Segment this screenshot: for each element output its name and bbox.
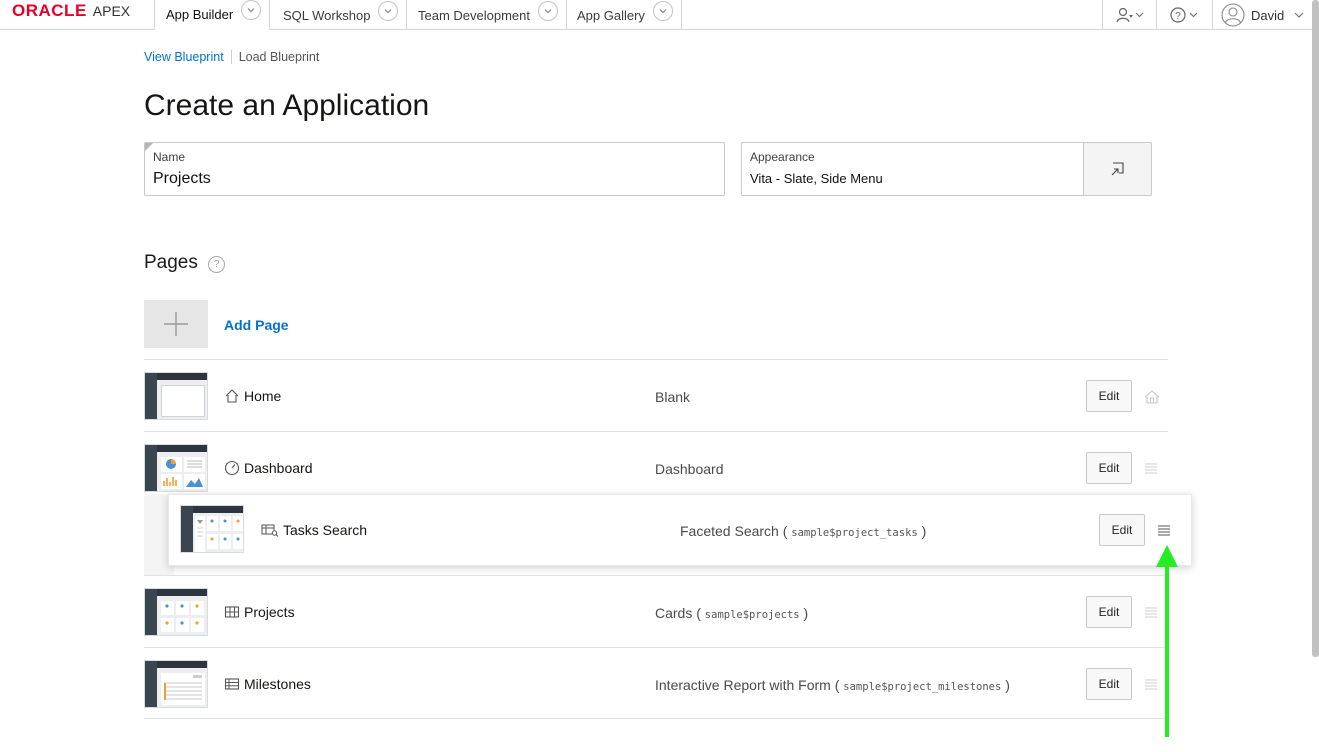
page-name: Milestones [224,676,311,692]
edit-button[interactable]: Edit [1086,380,1132,412]
page-name-label: Dashboard [244,460,313,476]
help-menu-button[interactable]: ? [1156,0,1212,30]
divider [230,50,232,64]
dashboard-icon [224,460,240,476]
page-type: Interactive Report with Form ( sample$pr… [655,677,1010,693]
cards-icon [224,606,240,618]
page-row-milestones: Milestones Interactive Report with Form … [144,647,1168,719]
user-name: David [1251,7,1285,23]
tab-team-development[interactable]: Team Development [407,0,567,30]
page-name-label: Home [244,388,282,404]
scrollbar[interactable] [1312,0,1319,657]
edit-button[interactable]: Edit [1086,452,1132,484]
page-row-dashboard: Dashboard Dashboard Edit [144,431,1168,503]
avatar-icon [1221,3,1245,27]
faceted-search-icon [261,524,279,537]
page-title: Create an Application [144,89,430,122]
user-menu-button[interactable]: David [1212,0,1312,30]
svg-text:?: ? [1175,11,1181,22]
view-blueprint-link[interactable]: View Blueprint [144,50,224,64]
page-type: Cards ( sample$projects ) [655,605,808,621]
tab-app-builder-label: App Builder [166,7,234,22]
page-row-tasks-search[interactable]: Tasks Search Faceted Search ( sample$pro… [168,494,1192,566]
source-table: sample$project_milestones [843,681,1002,693]
source-table: sample$projects [704,609,800,621]
appearance-value: Vita - Slate, Side Menu [750,171,883,186]
pages-heading: Pages [144,252,198,273]
name-field[interactable]: Name Projects [144,142,725,196]
load-blueprint-link[interactable]: Load Blueprint [239,50,320,64]
edit-button[interactable]: Edit [1086,596,1132,628]
tab-team-development-label: Team Development [418,7,530,23]
page-row-projects: Projects Cards ( sample$projects ) Edit [144,575,1168,647]
oracle-apex-logo[interactable]: ORACLE APEX [12,1,130,23]
top-navigation-bar: ORACLE APEX App Builder SQL Workshop Tea… [0,0,1312,30]
home-page-icon [1144,390,1160,404]
required-marker [145,143,153,151]
tab-app-gallery[interactable]: App Gallery [566,0,682,30]
admin-menu-button[interactable] [1102,0,1156,30]
apex-logo-text: APEX [92,3,131,19]
tab-app-gallery-label: App Gallery [577,7,645,23]
blueprint-links: View Blueprint Load Blueprint [144,50,319,64]
page-type: Blank [655,389,691,405]
page-name: Projects [224,604,295,620]
tab-app-builder[interactable]: App Builder [154,0,271,30]
help-icon[interactable]: ? [208,256,225,273]
page-type-close: ) [921,523,927,539]
user-admin-icon [1115,7,1143,23]
drag-handle-icon[interactable] [1143,461,1159,475]
page-name-label: Tasks Search [283,522,368,538]
page-type-label: Interactive Report with Form ( [655,677,840,693]
chevron-down-icon[interactable] [538,0,558,21]
help-icon: ? [1169,7,1197,23]
change-appearance-button[interactable] [1083,142,1152,196]
page-type-close: ) [803,605,809,621]
source-table: sample$project_tasks [791,527,918,539]
chevron-down-icon[interactable] [378,0,399,21]
report-thumbnail [144,660,208,708]
page-name-label: Milestones [244,676,311,692]
annotation-arrow-icon [1156,545,1178,737]
tab-sql-workshop-label: SQL Workshop [283,7,371,23]
page-type: Dashboard [655,461,724,477]
appearance-field[interactable]: Appearance Vita - Slate, Side Menu [741,142,1084,196]
blank-page-thumbnail [144,372,208,420]
plus-icon [164,312,188,336]
cards-thumbnail [144,588,208,636]
page-type-label: Faceted Search ( [680,523,788,539]
page-type-close: ) [1005,677,1010,693]
page-name: Dashboard [224,460,313,476]
page-name: Tasks Search [261,522,367,538]
appearance-field-label: Appearance [750,150,815,164]
edit-button[interactable]: Edit [1086,668,1132,700]
home-icon [225,389,239,403]
page-row-home: Home Blank Edit [144,359,1168,431]
edit-button[interactable]: Edit [1099,514,1145,546]
add-page-tile[interactable] [144,300,208,348]
chevron-down-icon[interactable] [241,0,262,20]
tab-sql-workshop[interactable]: SQL Workshop [272,0,408,30]
page-type-label: Cards ( [655,605,701,621]
name-input[interactable]: Projects [153,170,211,188]
add-page-link[interactable]: Add Page [224,317,289,333]
page-type: Faceted Search ( sample$project_tasks ) [680,523,926,539]
faceted-search-thumbnail [180,505,244,553]
name-field-label: Name [153,150,186,164]
chevron-down-icon[interactable] [652,0,673,21]
oracle-logo-text: ORACLE [12,1,87,20]
report-icon [224,678,240,690]
chevron-down-icon [1294,12,1304,18]
dashboard-thumbnail [144,444,208,492]
open-dialog-icon [1111,162,1124,176]
page-name-label: Projects [244,604,295,620]
drag-handle-icon[interactable] [1156,523,1172,537]
page-name: Home [224,388,281,404]
